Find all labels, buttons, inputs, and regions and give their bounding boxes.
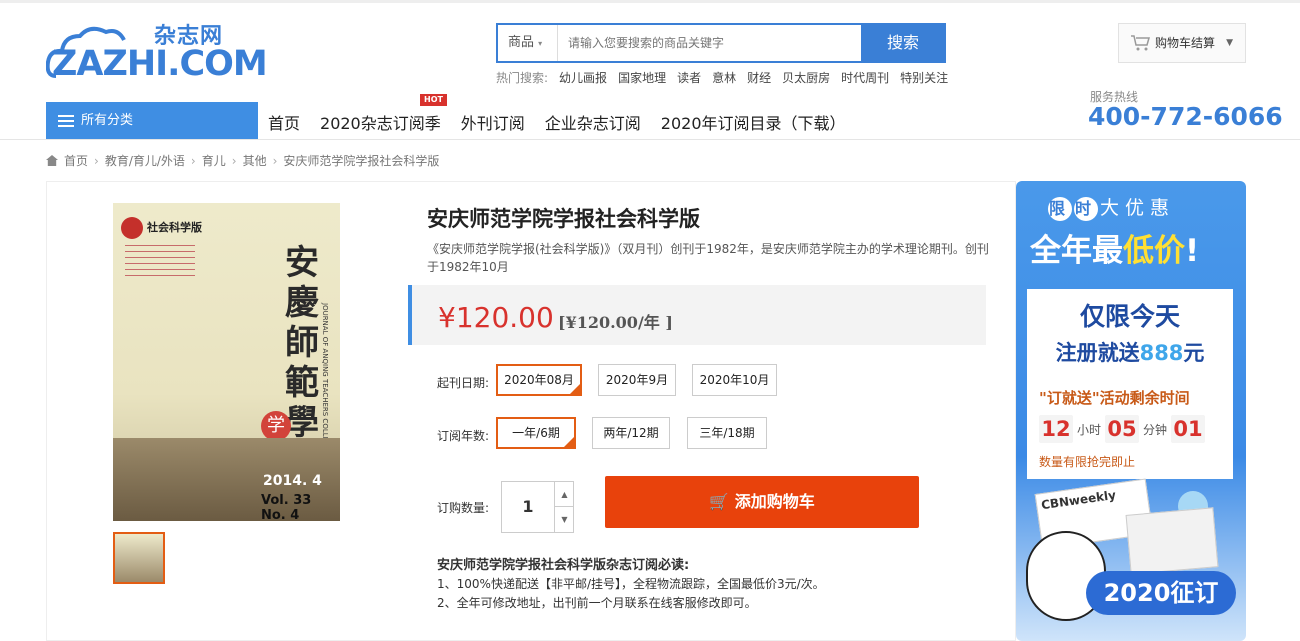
promo-banner[interactable]: 限时大优惠 全年最低价! 仅限今天 注册就送888元 "订就送"活动剩余时间 1… — [1016, 181, 1246, 641]
year-option[interactable]: 三年/18期 — [687, 417, 767, 449]
breadcrumb-item[interactable]: 育儿 — [202, 152, 226, 169]
price-detail: [¥120.00/年 ] — [558, 313, 673, 332]
search-bar: 商品 ▾ 搜索 — [496, 23, 946, 63]
hot-search-item[interactable]: 时代周刊 — [841, 69, 889, 86]
seal-icon — [121, 217, 143, 239]
price-box: ¥120.00 [¥120.00/年 ] — [408, 285, 986, 345]
all-categories-button[interactable]: 所有分类 — [46, 102, 258, 139]
product-description: 《安庆师范学院学报(社会科学版)》（双月刊）创刊于1982年，是安庆师范学院主办… — [427, 242, 989, 274]
site-logo[interactable]: 杂志网 ZAZHI.COM — [46, 18, 268, 84]
hot-search: 热门搜索: 幼儿画报 国家地理 读者 意林 财经 贝太厨房 时代周刊 特别关注 — [496, 69, 948, 86]
hot-badge: HOT — [420, 94, 447, 106]
decrement-icon[interactable]: ▼ — [554, 507, 574, 532]
hotline-number: 400-772-6066 — [1088, 102, 1283, 131]
chevron-down-icon: ▼ — [1226, 38, 1233, 48]
nav-link-catalog[interactable]: 2020年订阅目录（下载） — [661, 110, 846, 134]
quantity-input[interactable]: 1 — [502, 482, 554, 532]
hot-search-item[interactable]: 读者 — [677, 69, 701, 86]
nav-link-enterprise[interactable]: 企业杂志订阅 — [545, 110, 641, 134]
start-option[interactable]: 2020年9月 — [598, 364, 676, 396]
hot-search-item[interactable]: 特别关注 — [900, 69, 948, 86]
increment-icon[interactable]: ▲ — [554, 482, 574, 507]
nav-link-home[interactable]: 首页 — [268, 110, 300, 134]
years-label: 订阅年数: — [437, 429, 490, 443]
promo-2020-banner: 2020征订 — [1086, 571, 1236, 615]
product-title: 安庆师范学院学报社会科学版 — [427, 207, 700, 231]
promo-limited: 限时大优惠 — [1048, 197, 1176, 221]
search-category-select[interactable]: 商品 ▾ — [498, 25, 558, 61]
start-option[interactable]: 2020年10月 — [692, 364, 777, 396]
top-border — [0, 0, 1300, 3]
quantity-label: 订购数量: — [437, 501, 490, 515]
hot-search-item[interactable]: 意林 — [712, 69, 736, 86]
promo-headline: 全年最低价! — [1030, 233, 1200, 269]
countdown: 12 小时 05 分钟 01 — [1039, 415, 1206, 443]
subscription-notes: 安庆师范学院学报社会科学版杂志订阅必读: 1、100%快递配送【非平邮/挂号】，… — [437, 558, 825, 610]
logo-en: ZAZHI.COM — [52, 44, 268, 84]
year-option[interactable]: 两年/12期 — [592, 417, 670, 449]
start-date-label: 起刊日期: — [437, 376, 490, 390]
promo-card: 仅限今天 注册就送888元 "订就送"活动剩余时间 12 小时 05 分钟 01 数… — [1027, 289, 1233, 479]
cart-icon: 🛒 — [709, 492, 730, 511]
breadcrumb: 首页 › 教育/育儿/外语 › 育儿 › 其他 › 安庆师范学院学报社会科学版 — [46, 152, 439, 169]
search-input[interactable] — [558, 25, 861, 61]
breadcrumb-item[interactable]: 其他 — [243, 152, 267, 169]
cover-thumbnail[interactable] — [113, 532, 165, 584]
start-option[interactable]: 2020年08月 — [496, 364, 582, 396]
quantity-stepper: 1 ▲ ▼ — [501, 481, 574, 533]
year-option[interactable]: 一年/6期 — [496, 417, 576, 449]
home-icon — [46, 155, 58, 166]
nav-link-2020-season[interactable]: 2020杂志订阅季 — [320, 110, 441, 134]
hot-search-item[interactable]: 贝太厨房 — [782, 69, 830, 86]
breadcrumb-current: 安庆师范学院学报社会科学版 — [283, 154, 440, 168]
menu-icon — [58, 115, 74, 127]
hot-search-item[interactable]: 国家地理 — [618, 69, 666, 86]
price: ¥120.00 — [438, 301, 554, 334]
add-to-cart-button[interactable]: 🛒 添加购物车 — [605, 476, 919, 528]
magazine-cover: 社会科学版 安慶師範學院 JOURNAL OF ANQING TEACHERS … — [113, 203, 340, 521]
cart-label: 购物车结算 — [1155, 36, 1216, 50]
hot-search-item[interactable]: 幼儿画报 — [559, 69, 607, 86]
hot-search-label: 热门搜索: — [496, 71, 549, 85]
cart-icon — [1131, 35, 1150, 51]
hot-search-item[interactable]: 财经 — [747, 69, 771, 86]
cart-button[interactable]: 购物车结算 ▼ — [1118, 23, 1246, 63]
search-button[interactable]: 搜索 — [861, 24, 945, 62]
nav-link-foreign[interactable]: 外刊订阅 — [461, 110, 525, 134]
breadcrumb-item[interactable]: 教育/育儿/外语 — [105, 152, 185, 169]
breadcrumb-item[interactable]: 首页 — [64, 152, 88, 169]
